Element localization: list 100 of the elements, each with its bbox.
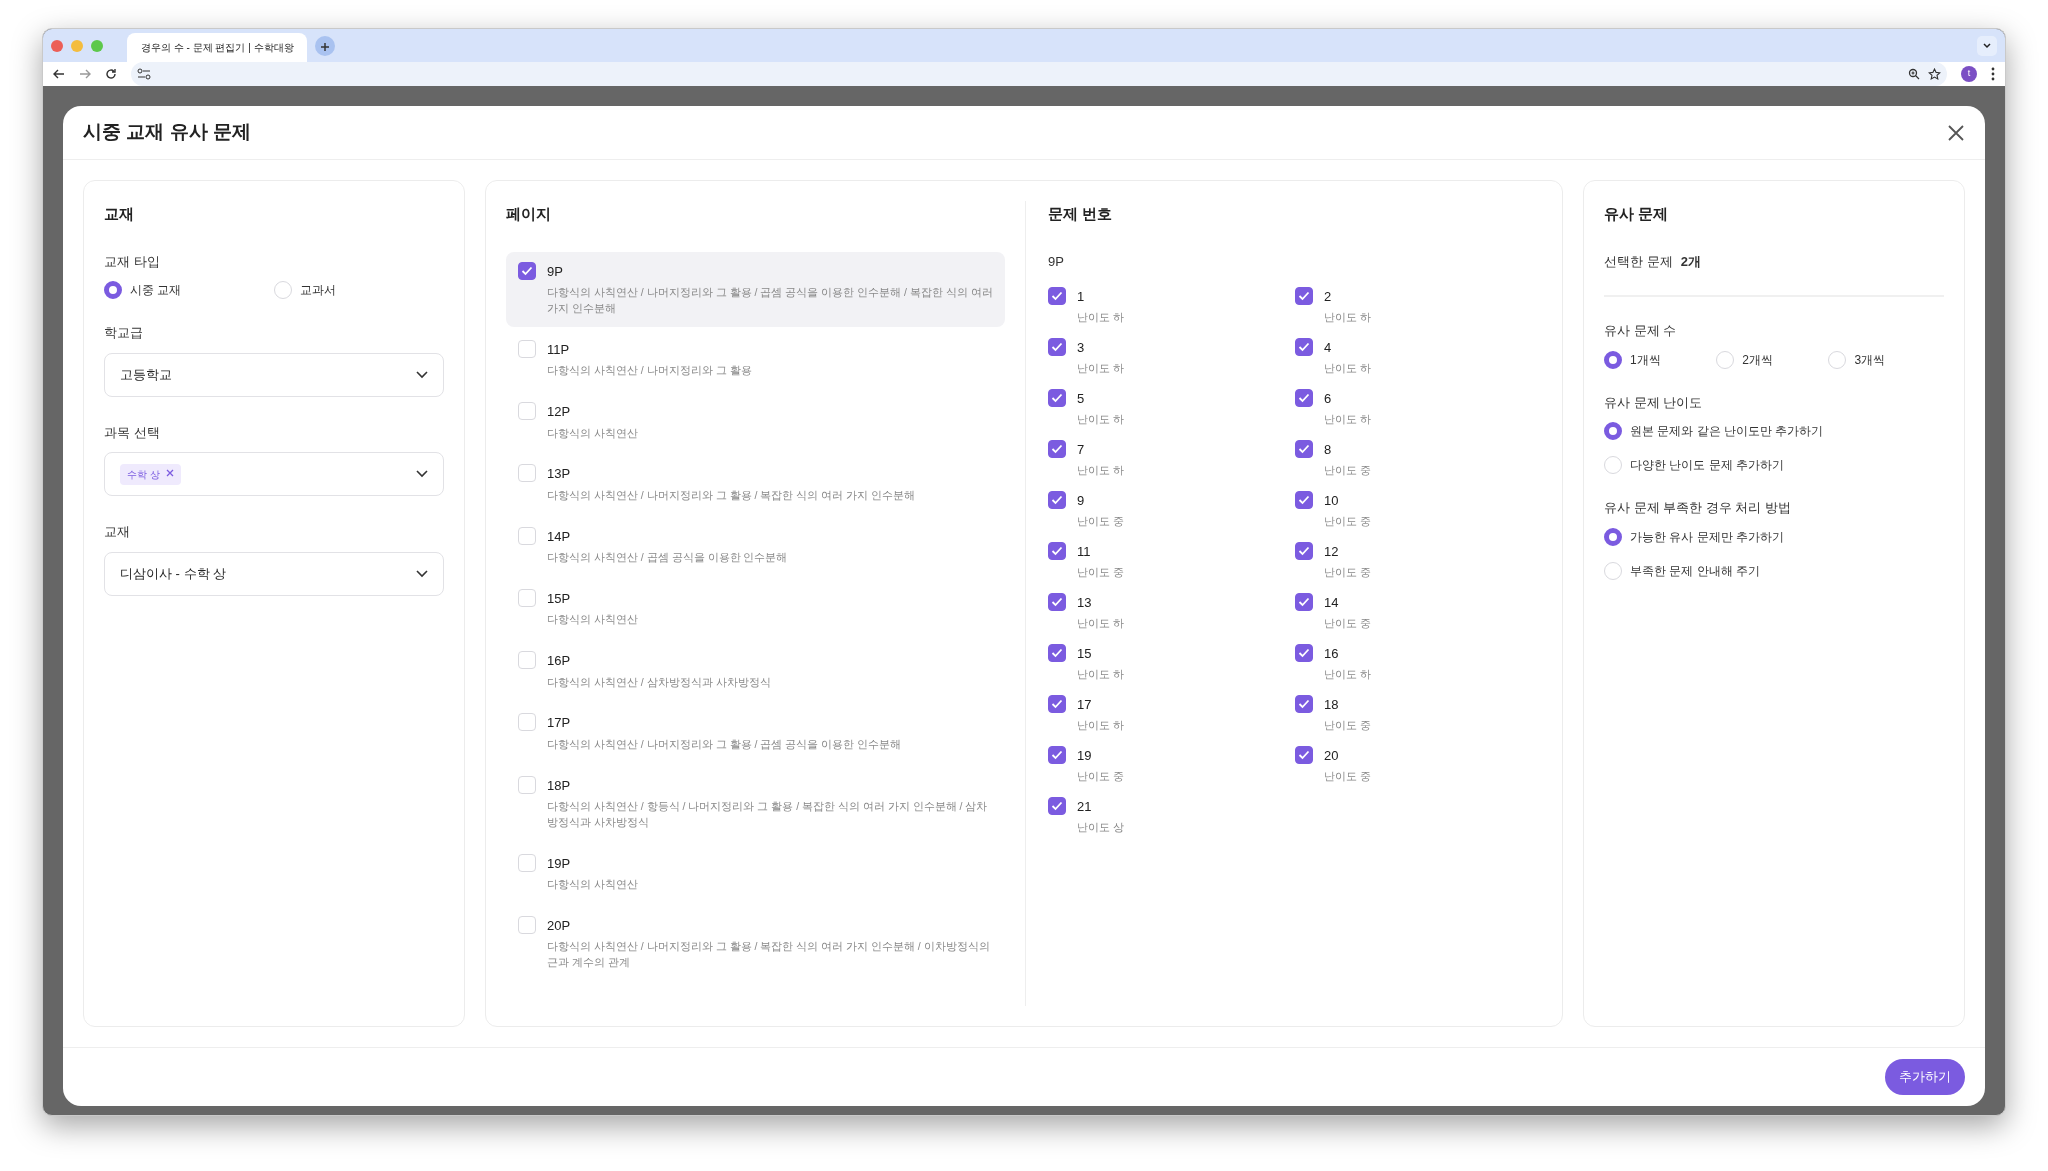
checkbox[interactable] (1048, 797, 1066, 816)
problem-difficulty: 난이도 하 (1077, 463, 1124, 478)
problem-number: 15 (1077, 645, 1093, 664)
textbook-select[interactable]: 디삼이사 - 수학 상 (104, 552, 444, 596)
checkbox[interactable] (1295, 287, 1313, 306)
problem-difficulty: 난이도 중 (1077, 565, 1124, 580)
checkbox[interactable] (1295, 338, 1313, 357)
check-icon (1051, 495, 1063, 506)
page-item[interactable]: 16P 다항식의 사칙연산 / 삼차방정식과 사차방정식 (506, 641, 1005, 701)
zoom-icon[interactable] (1908, 68, 1920, 80)
checkbox[interactable] (518, 262, 536, 280)
page-item[interactable]: 17P 다항식의 사칙연산 / 나머지정리와 그 활용 / 곱셈 공식을 이용한 인수분해 (506, 703, 1005, 763)
check-icon (1051, 342, 1063, 353)
problem-number: 4 (1324, 339, 1333, 358)
site-settings-icon[interactable] (137, 68, 151, 80)
page-item[interactable]: 9P 다항식의 사칙연산 / 나머지정리와 그 활용 / 곱셈 공식을 이용한 인수분해 / 복잡한 식의 여러 가지 인수분해 (506, 252, 1005, 327)
checkbox[interactable] (1048, 593, 1066, 612)
problem-difficulty: 난이도 중 (1077, 514, 1124, 529)
checkbox[interactable] (1295, 542, 1313, 561)
checkbox[interactable] (1295, 593, 1313, 612)
checkbox[interactable] (1048, 389, 1066, 408)
radio-option[interactable]: 다양한 난이도 문제 추가하기 (1604, 456, 1944, 475)
page-topics: 다항식의 사칙연산 / 나머지정리와 그 활용 (547, 363, 752, 379)
radio-option[interactable]: 시중 교재 (104, 281, 274, 300)
chevron-down-icon (416, 371, 428, 379)
problem-number: 20 (1324, 747, 1340, 766)
radio-option[interactable]: 부족한 문제 안내해 주기 (1604, 562, 1944, 580)
problem-number: 18 (1324, 696, 1340, 715)
reload-icon[interactable] (105, 68, 117, 80)
radio-option[interactable]: 가능한 유사 문제만 추가하기 (1604, 528, 1944, 546)
problem-difficulty: 난이도 중 (1324, 718, 1371, 733)
page-label: 11P (547, 341, 571, 359)
radio-option[interactable]: 교과서 (274, 281, 444, 300)
checkbox[interactable] (1295, 389, 1313, 408)
radio-option[interactable]: 3개씩 (1828, 351, 1941, 369)
page-topics: 다항식의 사칙연산 / 나머지정리와 그 활용 / 복잡한 식의 여러 가지 인수분해 (547, 488, 915, 503)
page-topics: 다항식의 사칙연산 / 나머지정리와 그 활용 / 곱셈 공식을 이용한 인수분해 (547, 737, 901, 752)
page-label: 19P (547, 854, 572, 873)
page-item[interactable]: 20P 다항식의 사칙연산 / 나머지정리와 그 활용 / 복잡한 식의 여러 가지 인수분해 / 이차방정식의 근과 계수의 관계 (506, 906, 1005, 981)
check-icon (1298, 393, 1310, 404)
radio-option[interactable]: 원본 문제와 같은 난이도만 추가하기 (1604, 422, 1944, 441)
problem-difficulty: 난이도 하 (1324, 667, 1371, 682)
modal-title: 시중 교재 유사 문제 (83, 120, 251, 145)
page-item[interactable]: 14P 다항식의 사칙연산 / 곱셈 공식을 이용한 인수분해 (506, 516, 1005, 576)
checkbox[interactable] (1048, 542, 1066, 561)
problem-difficulty: 난이도 중 (1324, 514, 1371, 529)
page-item[interactable]: 18P 다항식의 사칙연산 / 항등식 / 나머지정리와 그 활용 / 복잡한 식의 여러 가지 인수분해 / 삼차방정식과 사차방정식 (506, 765, 1005, 841)
checkbox[interactable] (1295, 644, 1313, 663)
problem-number: 3 (1077, 339, 1086, 358)
add-button[interactable]: 추가하기 (1885, 1059, 1965, 1095)
page-item[interactable]: 12P 다항식의 사칙연산 (506, 392, 1005, 452)
star-icon[interactable] (1928, 67, 1941, 81)
problem-number: 9 (1077, 492, 1086, 511)
checkbox[interactable] (1295, 440, 1313, 459)
page-topics: 다항식의 사칙연산 / 나머지정리와 그 활용 / 복잡한 식의 여러 가지 인수분해 / 이차방정식의 근과 계수의 관계 (547, 939, 991, 971)
new-tab-button[interactable] (315, 35, 335, 56)
check-icon (1051, 444, 1063, 455)
problem-number: 13 (1077, 594, 1093, 613)
field-label: 유사 문제 난이도 (1604, 394, 1704, 412)
checkbox[interactable] (1048, 287, 1066, 306)
school-level-select[interactable]: 고등학교 (104, 353, 444, 397)
page-topics: 다항식의 사칙연산 / 나머지정리와 그 활용 / 곱셈 공식을 이용한 인수분해 / 복잡한 식의 여러 가지 인수분해 (547, 285, 993, 317)
back-arrow-icon[interactable] (53, 68, 65, 80)
checkbox[interactable] (1295, 695, 1313, 714)
profile-avatar[interactable]: t (1961, 66, 1977, 82)
more-menu-icon[interactable] (1991, 67, 1995, 81)
radio-option[interactable]: 1개씩 (1604, 351, 1717, 369)
checkbox[interactable] (1048, 491, 1066, 510)
checkbox[interactable] (1048, 338, 1066, 357)
selected-label: 선택한 문제 (1604, 253, 1673, 271)
browser-tab[interactable]: 경우의 수 - 문제 편집기 | 수학대왕 (127, 33, 307, 62)
chevron-down-icon[interactable] (1977, 35, 1997, 56)
check-icon (1298, 699, 1310, 710)
close-window-icon[interactable] (51, 39, 63, 52)
check-icon (521, 266, 533, 276)
problem-number: 11 (1077, 543, 1092, 562)
selected-count: 2개 (1680, 253, 1701, 271)
checkbox[interactable] (1048, 644, 1066, 663)
check-icon (1298, 750, 1310, 761)
page-label: 17P (547, 714, 572, 733)
page-item[interactable]: 13P 다항식의 사칙연산 / 나머지정리와 그 활용 / 복잡한 식의 여러 가지 인수분해 (506, 454, 1005, 514)
checkbox[interactable] (1295, 746, 1313, 765)
page-item[interactable]: 19P 다항식의 사칙연산 (506, 843, 1005, 903)
radio-option[interactable]: 2개씩 (1716, 351, 1829, 369)
page-label: 9P (1048, 253, 1065, 271)
checkbox[interactable] (1048, 746, 1066, 765)
subject-tag[interactable]: 수학 상 (120, 464, 181, 485)
page-item[interactable]: 11P 다항식의 사칙연산 / 나머지정리와 그 활용 (506, 330, 1005, 390)
close-icon[interactable] (1947, 123, 1965, 142)
checkbox[interactable] (1048, 440, 1066, 459)
subject-select[interactable]: 수학 상 (104, 452, 444, 497)
checkbox[interactable] (1048, 695, 1066, 714)
problem-number: 14 (1324, 594, 1340, 613)
page-item[interactable]: 15P 다항식의 사칙연산 (506, 579, 1005, 639)
remove-icon[interactable] (165, 469, 174, 477)
checkbox[interactable] (1295, 491, 1313, 510)
forward-arrow-icon[interactable] (79, 68, 91, 80)
page-label: 16P (547, 652, 572, 671)
plus-icon (320, 41, 330, 52)
section-heading: 문제 번호 (1048, 204, 1114, 225)
